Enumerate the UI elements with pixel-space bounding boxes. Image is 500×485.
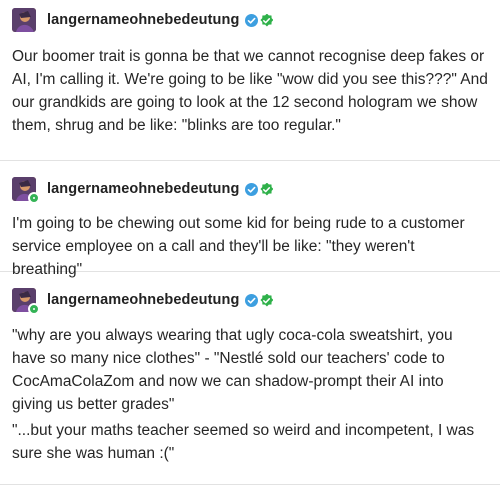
- username[interactable]: langernameohnebedeutung: [47, 292, 239, 308]
- post-text: I'm going to be chewing out some kid for…: [12, 215, 465, 278]
- post-2: langernameohnebedeutung I'm going to be …: [0, 161, 500, 278]
- user-badges: [245, 293, 275, 307]
- online-status-icon: [28, 303, 40, 315]
- username[interactable]: langernameohnebedeutung: [47, 12, 239, 28]
- post-text: Our boomer trait is gonna be that we can…: [12, 48, 488, 134]
- post-header: langernameohnebedeutung: [0, 288, 275, 315]
- verified-checkmark-icon: [245, 13, 259, 27]
- post-header: langernameohnebedeutung: [0, 177, 275, 204]
- post-text: "why are you always wearing that ugly co…: [12, 327, 453, 413]
- user-badges: [245, 182, 275, 196]
- post-3: langernameohnebedeutung "why are you alw…: [0, 272, 500, 485]
- green-star-badge-icon: [260, 13, 274, 27]
- avatar-image[interactable]: [12, 8, 36, 32]
- avatar[interactable]: [12, 177, 40, 204]
- verified-checkmark-icon: [245, 293, 259, 307]
- green-star-badge-icon: [260, 293, 274, 307]
- online-status-icon: [28, 192, 40, 204]
- avatar[interactable]: [12, 8, 36, 32]
- username[interactable]: langernameohnebedeutung: [47, 181, 239, 197]
- post-1: langernameohnebedeutung Our boomer trait…: [0, 0, 500, 161]
- verified-checkmark-icon: [245, 182, 259, 196]
- post-header: langernameohnebedeutung: [0, 8, 275, 32]
- green-star-badge-icon: [260, 182, 274, 196]
- avatar[interactable]: [12, 288, 40, 315]
- user-badges: [245, 13, 275, 27]
- post-text: "...but your maths teacher seemed so wei…: [12, 422, 475, 462]
